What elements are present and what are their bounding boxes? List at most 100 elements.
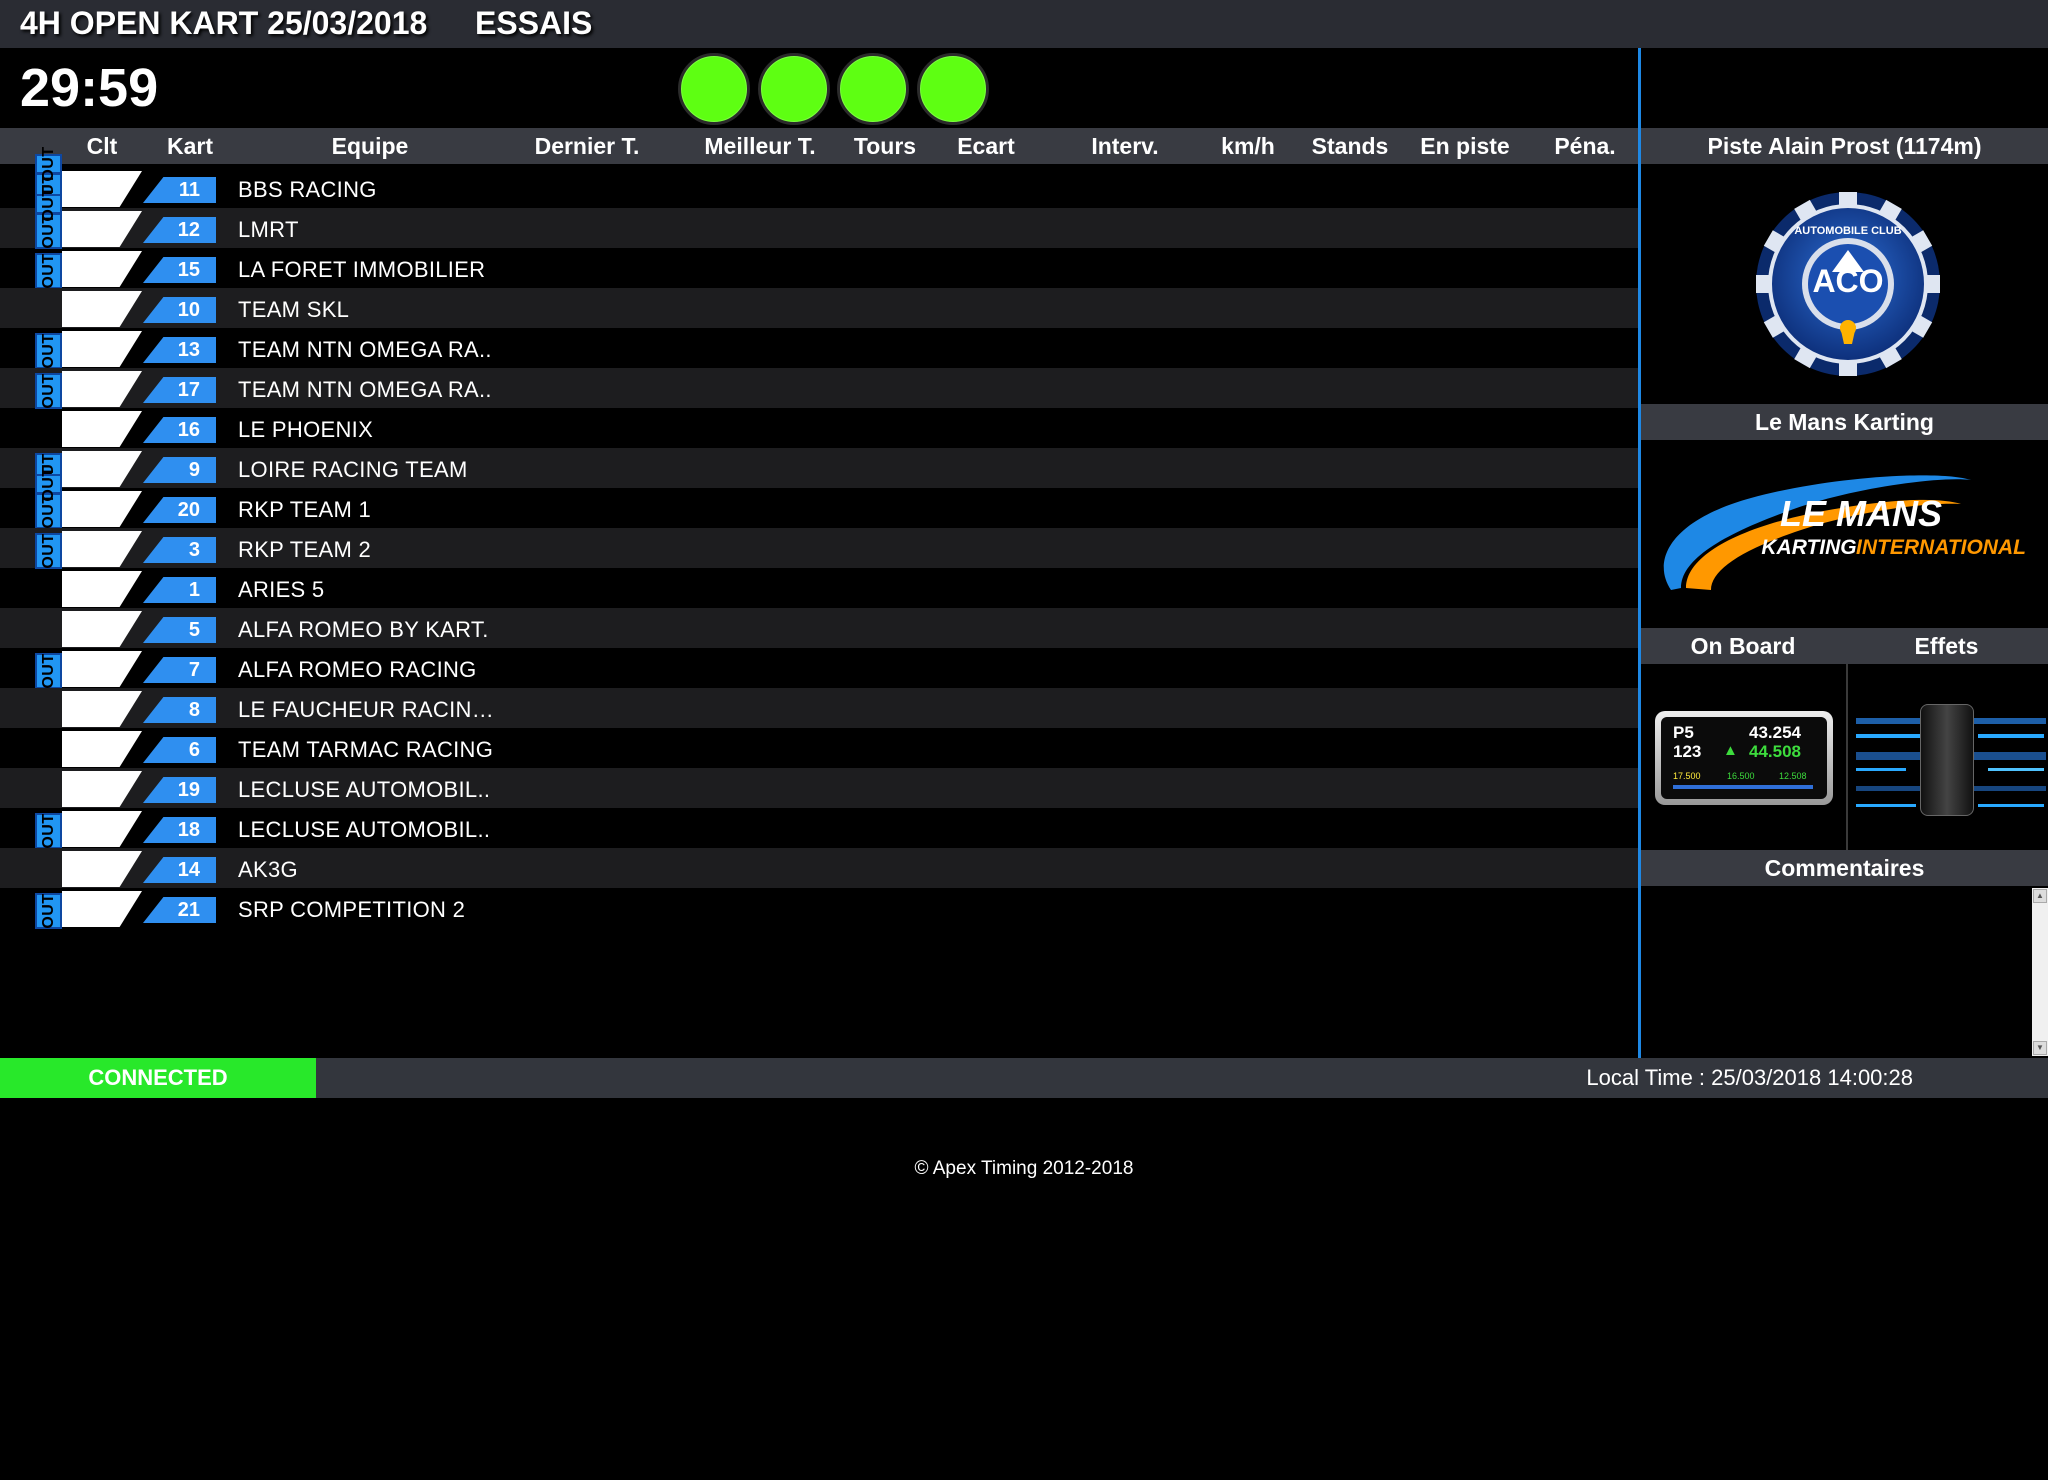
session-timer: 29:59 xyxy=(20,58,159,118)
table-row[interactable]: OUT 21 SRP COMPETITION 2 xyxy=(0,888,1638,929)
position-cell xyxy=(62,211,142,247)
aco-letters: ACO xyxy=(1812,263,1883,299)
pit-out-badge: OUT xyxy=(35,653,62,689)
position-cell xyxy=(62,891,142,927)
table-row[interactable]: OUT OUT 20 RKP TEAM 1 xyxy=(0,466,1638,529)
copyright: © Apex Timing 2012-2018 xyxy=(914,1158,1134,1179)
position-cell xyxy=(62,571,142,607)
team-name: TEAM NTN OMEGA RA.. xyxy=(238,337,492,362)
kart-number: 16 xyxy=(177,419,200,441)
col-header-stands[interactable]: Stands xyxy=(1300,128,1400,164)
table-row[interactable]: 19 LECLUSE AUTOMOBIL.. xyxy=(0,768,1638,808)
table-row[interactable]: 5 ALFA ROMEO BY KART. xyxy=(0,608,1638,648)
pit-out-badge: OUT xyxy=(35,253,62,289)
table-row[interactable]: OUT 13 TEAM NTN OMEGA RA.. xyxy=(0,328,1638,369)
le-mans-karting-logo: LE MANS KARTING INTERNATIONAL xyxy=(1641,440,2048,628)
trend-up-icon: ▲ xyxy=(1723,742,1738,759)
team-name: LE FAUCHEUR RACIN… xyxy=(238,697,494,722)
kart-number-badge: 5 xyxy=(143,617,216,643)
kart-number-badge: 19 xyxy=(143,777,216,803)
kart-number-badge: 15 xyxy=(143,257,216,283)
kart-number-badge: 11 xyxy=(143,177,216,203)
column-header-row: Clt Kart Equipe Dernier T. Meilleur T. T… xyxy=(0,128,1640,164)
table-row[interactable]: 1 ARIES 5 xyxy=(0,568,1638,608)
col-header-en-piste[interactable]: En piste xyxy=(1410,128,1520,164)
col-header-dernier[interactable]: Dernier T. xyxy=(512,128,662,164)
table-row[interactable]: OUT 17 TEAM NTN OMEGA RA.. xyxy=(0,368,1638,409)
comments-scrollbar[interactable]: ▲ ▼ xyxy=(2032,888,2048,1056)
kart-number-badge: 7 xyxy=(143,657,216,683)
table-row[interactable]: OUT 15 LA FORET IMMOBILIER xyxy=(0,248,1638,289)
flag-light xyxy=(758,53,830,125)
team-name: LE PHOENIX xyxy=(238,417,374,442)
table-row[interactable]: 6 TEAM TARMAC RACING xyxy=(0,728,1638,768)
pit-out-label: OUT xyxy=(39,466,57,502)
kart-number-badge: 14 xyxy=(143,857,216,883)
kart-number-badge: 16 xyxy=(143,417,216,443)
lmk-logo-line2b: INTERNATIONAL xyxy=(1856,536,2026,559)
team-name: ALFA ROMEO RACING xyxy=(238,657,477,682)
onboard-screen: P5 43.254 123 ▲ 44.508 17.500 16.500 12.… xyxy=(1661,717,1827,799)
kart-number: 6 xyxy=(188,739,200,761)
pit-out-label: OUT xyxy=(39,653,57,689)
aco-logo: ACO AUTOMOBILE CLUB xyxy=(1641,164,2048,404)
onboard-label[interactable]: On Board xyxy=(1641,628,1845,664)
kart-number: 19 xyxy=(177,779,200,801)
effets-label[interactable]: Effets xyxy=(1845,628,2048,664)
comments-title: Commentaires xyxy=(1641,850,2048,886)
kart-number: 13 xyxy=(177,339,200,361)
onboard-progress xyxy=(1673,785,1813,789)
flag-light xyxy=(678,53,750,125)
position-cell xyxy=(62,651,142,687)
table-row[interactable]: OUT 7 ALFA ROMEO RACING xyxy=(0,648,1638,689)
kart-number: 7 xyxy=(188,659,200,681)
team-name: TEAM SKL xyxy=(238,297,350,322)
table-row[interactable]: 8 LE FAUCHEUR RACIN… xyxy=(0,688,1638,728)
table-row[interactable]: 14 AK3G xyxy=(0,848,1638,888)
team-name: BBS RACING xyxy=(238,177,377,202)
col-header-interv[interactable]: Interv. xyxy=(1070,128,1180,164)
track-title: Piste Alain Prost (1174m) xyxy=(1641,128,2048,164)
scroll-down-icon[interactable]: ▼ xyxy=(2033,1041,2047,1055)
position-cell xyxy=(62,611,142,647)
kart-number: 17 xyxy=(177,379,200,401)
table-row[interactable]: OUT 18 LECLUSE AUTOMOBIL.. xyxy=(0,808,1638,849)
position-cell xyxy=(62,811,142,847)
effets-tile[interactable] xyxy=(1848,664,2048,850)
table-row[interactable]: OUT OUT 11 BBS RACING xyxy=(0,146,1638,209)
pit-out-label: OUT xyxy=(39,333,57,369)
col-header-kart[interactable]: Kart xyxy=(150,128,230,164)
onboard-s3: 12.508 xyxy=(1779,771,1807,781)
position-cell xyxy=(62,371,142,407)
pit-out-badge: OUT xyxy=(35,146,62,182)
pit-out-badge: OUT xyxy=(35,333,62,369)
team-name: AK3G xyxy=(238,857,298,882)
position-cell xyxy=(62,771,142,807)
karting-title: Le Mans Karting xyxy=(1641,404,2048,440)
table-row[interactable]: OUT OUT 12 LMRT xyxy=(0,186,1638,249)
kart-number-badge: 17 xyxy=(143,377,216,403)
kart-number-badge: 13 xyxy=(143,337,216,363)
col-header-tours[interactable]: Tours xyxy=(840,128,930,164)
position-cell xyxy=(62,171,142,207)
comments-panel[interactable] xyxy=(1641,886,2032,1058)
pit-out-badge: OUT xyxy=(35,533,62,569)
table-row[interactable]: 10 TEAM SKL xyxy=(0,288,1638,328)
lmk-logo-line1: LE MANS xyxy=(1780,493,1942,534)
team-name: LECLUSE AUTOMOBIL.. xyxy=(238,777,491,802)
col-header-equipe[interactable]: Equipe xyxy=(300,128,440,164)
onboard-tile[interactable]: P5 43.254 123 ▲ 44.508 17.500 16.500 12.… xyxy=(1641,664,1846,850)
team-name: TEAM TARMAC RACING xyxy=(238,737,494,762)
table-row[interactable]: OUT 3 RKP TEAM 2 xyxy=(0,528,1638,569)
lmk-logo-line2a: KARTING xyxy=(1761,536,1856,559)
col-header-pena[interactable]: Péna. xyxy=(1535,128,1635,164)
table-row[interactable]: OUT 9 LOIRE RACING TEAM xyxy=(0,448,1638,489)
col-header-ecart[interactable]: Ecart xyxy=(940,128,1032,164)
scroll-up-icon[interactable]: ▲ xyxy=(2033,889,2047,903)
table-row[interactable]: 16 LE PHOENIX xyxy=(0,408,1638,448)
team-name: LA FORET IMMOBILIER xyxy=(238,257,486,282)
col-header-clt[interactable]: Clt xyxy=(70,128,134,164)
col-header-kmh[interactable]: km/h xyxy=(1200,128,1296,164)
kart-number: 20 xyxy=(177,499,200,521)
col-header-meilleur[interactable]: Meilleur T. xyxy=(690,128,830,164)
